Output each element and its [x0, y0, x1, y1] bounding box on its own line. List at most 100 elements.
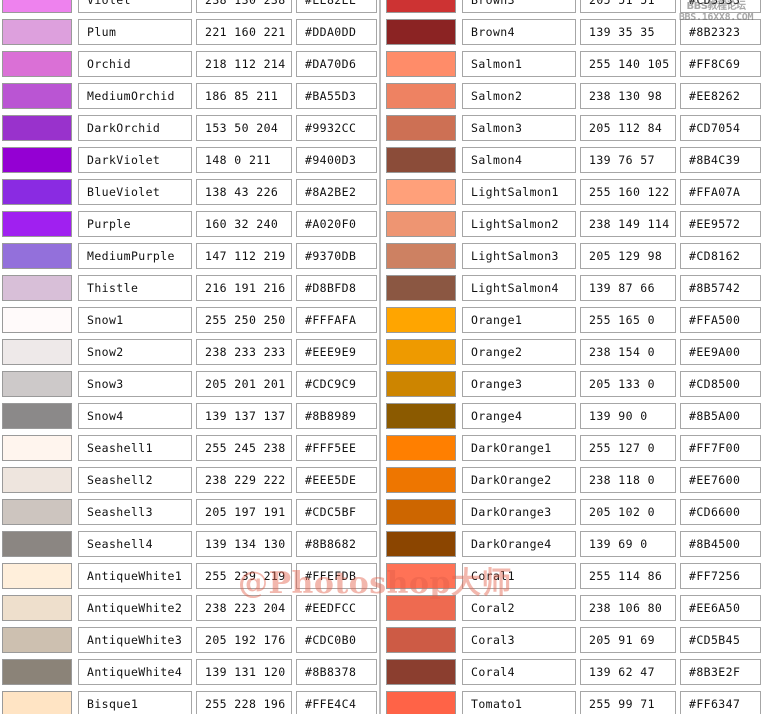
color-name: Salmon1 [462, 51, 576, 77]
color-swatch [386, 275, 456, 301]
color-name-cell: Snow4 [76, 400, 194, 432]
color-name: Snow1 [78, 307, 192, 333]
color-swatch [386, 83, 456, 109]
color-name-cell: AntiqueWhite4 [76, 656, 194, 688]
color-hex-value: #CD8162 [680, 243, 761, 269]
color-swatch-cell [0, 176, 76, 208]
table-row: DarkViolet 148 0 211 #9400D3 [0, 144, 379, 176]
color-rgb-cell: 255 99 71 [578, 688, 678, 714]
color-hex-cell: #CD7054 [678, 112, 761, 144]
color-hex-cell: #EE9A00 [678, 336, 761, 368]
color-rgb-value: 205 112 84 [580, 115, 676, 141]
color-name: DarkOrchid [78, 115, 192, 141]
color-rgb-cell: 186 85 211 [194, 80, 294, 112]
color-name: DarkOrange1 [462, 435, 576, 461]
color-swatch [386, 51, 456, 77]
color-swatch-cell [0, 464, 76, 496]
color-hex-value: #8A2BE2 [296, 179, 377, 205]
color-hex-value: #8B8682 [296, 531, 377, 557]
color-name: Snow4 [78, 403, 192, 429]
table-row: Snow1 255 250 250 #FFFAFA [0, 304, 379, 336]
color-name: AntiqueWhite3 [78, 627, 192, 653]
color-hex-value: #FFFAFA [296, 307, 377, 333]
color-hex-value: #FF8C69 [680, 51, 761, 77]
color-rgb-cell: 238 149 114 [578, 208, 678, 240]
color-swatch-cell [384, 48, 460, 80]
color-name: DarkOrange2 [462, 467, 576, 493]
color-swatch-cell [384, 208, 460, 240]
color-rgb-value: 147 112 219 [196, 243, 292, 269]
color-rgb-value: 238 149 114 [580, 211, 676, 237]
color-hex-value: #8B8378 [296, 659, 377, 685]
color-swatch [2, 499, 72, 525]
table-row: BlueViolet 138 43 226 #8A2BE2 [0, 176, 379, 208]
color-hex-value: #8B4C39 [680, 147, 761, 173]
color-rgb-value: 139 90 0 [580, 403, 676, 429]
table-row: Coral4 139 62 47 #8B3E2F [384, 656, 761, 688]
color-reference-page: Violet 238 130 238 #EE82EE Plum 221 160 221 #… [0, 0, 761, 714]
color-name-cell: Orange4 [460, 400, 578, 432]
color-rgb-value: 139 35 35 [580, 19, 676, 45]
color-swatch-cell [0, 400, 76, 432]
color-hex-value: #EEE9E9 [296, 339, 377, 365]
table-row: Snow2 238 233 233 #EEE9E9 [0, 336, 379, 368]
color-rgb-value: 238 130 238 [196, 0, 292, 13]
color-swatch [2, 307, 72, 333]
color-swatch-cell [0, 0, 76, 16]
color-rgb-cell: 255 245 238 [194, 432, 294, 464]
color-hex-value: #FF7256 [680, 563, 761, 589]
color-hex-cell: #FFA500 [678, 304, 761, 336]
color-rgb-value: 255 127 0 [580, 435, 676, 461]
table-row: Violet 238 130 238 #EE82EE [0, 0, 379, 16]
color-hex-cell: #EE9572 [678, 208, 761, 240]
color-rgb-value: 153 50 204 [196, 115, 292, 141]
color-hex-cell: #FF7F00 [678, 432, 761, 464]
color-hex-cell: #DA70D6 [294, 48, 379, 80]
color-swatch [386, 307, 456, 333]
color-hex-value: #8B5A00 [680, 403, 761, 429]
color-swatch [386, 0, 456, 13]
color-rgb-value: 255 250 250 [196, 307, 292, 333]
color-swatch [2, 595, 72, 621]
color-table-left-body: Violet 238 130 238 #EE82EE Plum 221 160 221 #… [0, 0, 379, 714]
color-hex-value: #9932CC [296, 115, 377, 141]
color-name-cell: DarkOrange3 [460, 496, 578, 528]
color-hex-cell: #EEE9E9 [294, 336, 379, 368]
color-swatch-cell [0, 368, 76, 400]
color-name: Coral4 [462, 659, 576, 685]
color-hex-value: #FFA500 [680, 307, 761, 333]
color-rgb-cell: 255 239 219 [194, 560, 294, 592]
color-swatch [386, 435, 456, 461]
color-name: Brown3 [462, 0, 576, 13]
color-rgb-value: 255 140 105 [580, 51, 676, 77]
color-rgb-cell: 216 191 216 [194, 272, 294, 304]
color-hex-cell: #8B4500 [678, 528, 761, 560]
color-rgb-cell: 139 87 66 [578, 272, 678, 304]
color-hex-cell: #FF6347 [678, 688, 761, 714]
color-name-cell: Orange3 [460, 368, 578, 400]
color-name-cell: DarkViolet [76, 144, 194, 176]
color-name-cell: Seashell2 [76, 464, 194, 496]
color-hex-value: #CD8500 [680, 371, 761, 397]
color-rgb-cell: 238 233 233 [194, 336, 294, 368]
table-row: Salmon1 255 140 105 #FF8C69 [384, 48, 761, 80]
color-rgb-cell: 205 201 201 [194, 368, 294, 400]
color-swatch-cell [0, 432, 76, 464]
color-rgb-value: 139 131 120 [196, 659, 292, 685]
color-name-cell: LightSalmon3 [460, 240, 578, 272]
color-rgb-value: 205 192 176 [196, 627, 292, 653]
color-hex-cell: #FFFAFA [294, 304, 379, 336]
color-name: Snow3 [78, 371, 192, 397]
color-hex-value: #CD7054 [680, 115, 761, 141]
color-swatch [2, 179, 72, 205]
color-rgb-cell: 205 102 0 [578, 496, 678, 528]
color-name: Plum [78, 19, 192, 45]
color-name: Seashell3 [78, 499, 192, 525]
color-hex-value: #8B8989 [296, 403, 377, 429]
color-rgb-cell: 221 160 221 [194, 16, 294, 48]
color-swatch-cell [0, 560, 76, 592]
color-hex-value: #CD3333 [680, 0, 761, 13]
color-rgb-cell: 138 43 226 [194, 176, 294, 208]
table-row: Seashell2 238 229 222 #EEE5DE [0, 464, 379, 496]
color-name: MediumPurple [78, 243, 192, 269]
